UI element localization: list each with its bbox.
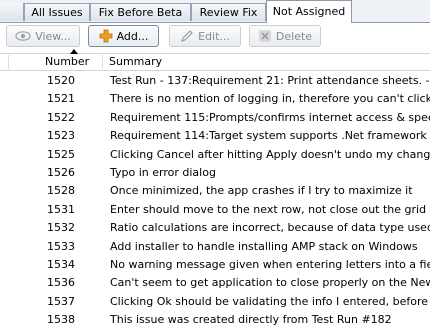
issue-number: 1522 bbox=[47, 110, 75, 124]
delete-x-icon bbox=[258, 29, 272, 43]
issue-number: 1523 bbox=[47, 129, 75, 143]
issue-number: 1525 bbox=[47, 147, 75, 161]
table-row[interactable]: 1525 Clicking Cancel after hitting Apply … bbox=[0, 146, 430, 164]
tab-review-fix[interactable]: Review Fix bbox=[191, 3, 266, 21]
tab-scroll-stub bbox=[0, 3, 24, 21]
issue-summary: Typo in error dialog bbox=[110, 165, 216, 179]
eye-icon bbox=[15, 30, 31, 42]
issue-summary: Clicking Ok should be validating the inf… bbox=[110, 294, 430, 308]
table-row[interactable]: 1537 Clicking Ok should be validating the… bbox=[0, 293, 430, 311]
issue-summary: Requirement 114:Target system supports .… bbox=[110, 129, 427, 143]
issue-number: 1537 bbox=[47, 294, 75, 308]
delete-button[interactable]: Delete bbox=[249, 25, 321, 47]
issue-summary: Test Run - 137:Requirement 21: Print att… bbox=[110, 74, 430, 87]
issue-summary: Once minimized, the app crashes if I try… bbox=[110, 184, 413, 198]
column-header-summary[interactable]: Summary bbox=[109, 54, 162, 70]
issue-summary: Enter should move to the next row, not c… bbox=[110, 202, 427, 216]
column-separator[interactable] bbox=[102, 55, 103, 69]
tab-label: Not Assigned bbox=[272, 5, 346, 18]
tab-label: Review Fix bbox=[199, 6, 258, 19]
plus-icon bbox=[99, 29, 113, 43]
pencil-icon bbox=[180, 29, 194, 43]
tab-not-assigned[interactable]: Not Assigned bbox=[266, 0, 352, 23]
issue-summary: This issue was created directly from Tes… bbox=[110, 313, 392, 327]
edit-button[interactable]: Edit... bbox=[169, 25, 241, 47]
table-row[interactable]: 1531 Enter should move to the next row, n… bbox=[0, 201, 430, 219]
issue-number: 1526 bbox=[47, 165, 75, 179]
tab-label: Fix Before Beta bbox=[98, 6, 183, 19]
issue-number: 1528 bbox=[47, 184, 75, 198]
issue-summary: Add installer to handle installing AMP s… bbox=[110, 239, 418, 253]
add-button-label: Add... bbox=[116, 29, 149, 43]
table-row[interactable]: 1523 Requirement 114:Target system suppor… bbox=[0, 127, 430, 145]
table-row[interactable]: 1522 Requirement 115:Prompts/confirms int… bbox=[0, 109, 430, 127]
issue-number: 1532 bbox=[47, 221, 75, 235]
table-row[interactable]: 1526 Typo in error dialog bbox=[0, 164, 430, 182]
issue-summary: Ratio calculations are incorrect, becaus… bbox=[110, 221, 430, 235]
issue-number: 1531 bbox=[47, 202, 75, 216]
issue-summary: Can't seem to get application to close p… bbox=[110, 276, 430, 290]
table-row[interactable]: 1534 No warning message given when enteri… bbox=[0, 256, 430, 274]
edit-button-label: Edit... bbox=[198, 29, 230, 43]
table-row[interactable]: 1536 Can't seem to get application to clo… bbox=[0, 274, 430, 292]
table-row[interactable]: 1521 There is no mention of logging in, t… bbox=[0, 90, 430, 108]
issue-number: 1520 bbox=[47, 74, 75, 87]
table-row[interactable]: 1538 This issue was created directly from… bbox=[0, 311, 430, 329]
issue-summary: Requirement 115:Prompts/confirms interne… bbox=[110, 110, 430, 124]
issue-list: 1520 Test Run - 137:Requirement 21: Print… bbox=[0, 72, 430, 329]
tab-fix-before-beta[interactable]: Fix Before Beta bbox=[90, 3, 191, 21]
issue-number: 1538 bbox=[47, 313, 75, 327]
table-row[interactable]: 1528 Once minimized, the app crashes if I… bbox=[0, 182, 430, 200]
issue-number: 1533 bbox=[47, 239, 75, 253]
column-separator bbox=[8, 55, 9, 69]
view-button[interactable]: View... bbox=[6, 25, 80, 47]
table-row[interactable]: 1532 Ratio calculations are incorrect, be… bbox=[0, 219, 430, 237]
delete-button-label: Delete bbox=[275, 29, 313, 43]
tab-bar: All Issues Fix Before Beta Review Fix No… bbox=[0, 0, 430, 23]
table-row[interactable]: 1533 Add installer to handle installing A… bbox=[0, 238, 430, 256]
issue-summary: Clicking Cancel after hitting Apply does… bbox=[110, 147, 430, 161]
view-button-label: View... bbox=[35, 29, 71, 43]
issue-summary: No warning message given when entering l… bbox=[110, 257, 430, 271]
column-header-number[interactable]: Number bbox=[45, 54, 89, 70]
issue-summary: There is no mention of logging in, there… bbox=[110, 92, 430, 106]
toolbar: View... Add... Edit... Delete bbox=[0, 23, 430, 51]
issue-number: 1534 bbox=[47, 257, 75, 271]
issue-number: 1536 bbox=[47, 276, 75, 290]
tab-all-issues[interactable]: All Issues bbox=[24, 3, 90, 21]
tab-label: All Issues bbox=[31, 6, 83, 19]
table-row[interactable]: 1520 Test Run - 137:Requirement 21: Print… bbox=[0, 72, 430, 90]
issue-number: 1521 bbox=[47, 92, 75, 106]
table-header: Number Summary bbox=[0, 49, 430, 71]
add-button[interactable]: Add... bbox=[88, 25, 159, 47]
